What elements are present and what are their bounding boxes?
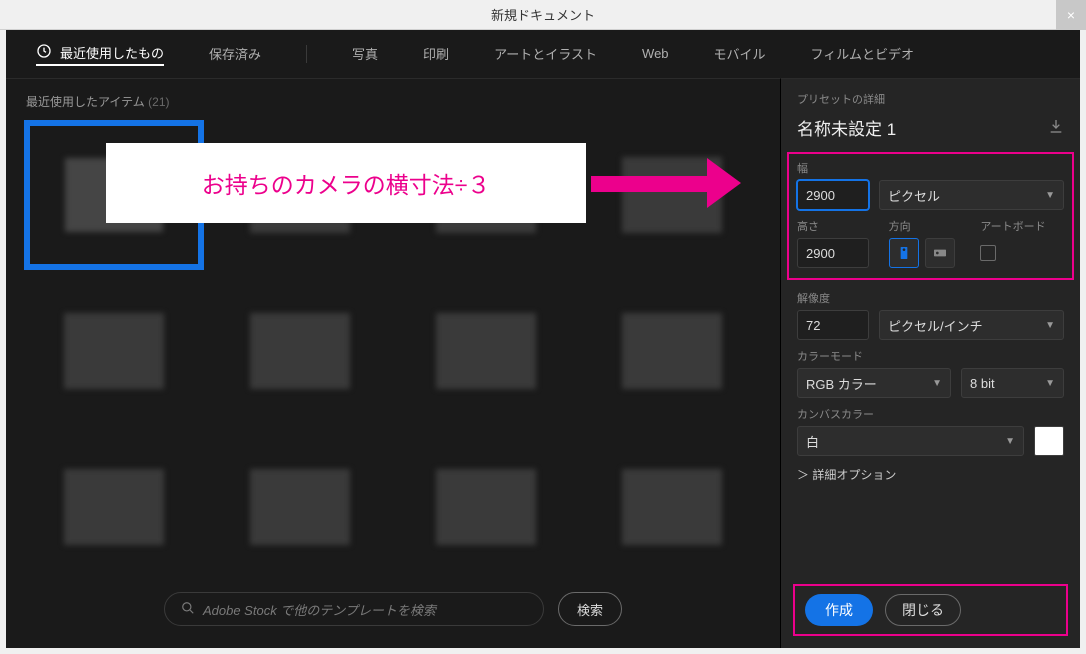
unit-value: ピクセル (888, 186, 940, 205)
orientation-landscape-button[interactable] (925, 238, 955, 268)
width-input[interactable] (797, 180, 869, 210)
recent-header: 最近使用したアイテム (21) (26, 93, 766, 110)
color-mode-value: RGB カラー (806, 374, 877, 393)
advanced-options-toggle[interactable]: ＞ 詳細オプション (797, 466, 1064, 483)
tab-recent[interactable]: 最近使用したもの (36, 43, 164, 66)
unit-select[interactable]: ピクセル ▼ (879, 180, 1064, 210)
tab-saved[interactable]: 保存済み (209, 44, 261, 65)
document-name-row: 名称未設定 1 (797, 115, 1064, 140)
resolution-unit-select[interactable]: ピクセル/インチ ▼ (879, 310, 1064, 340)
template-card[interactable] (396, 432, 576, 582)
height-label: 高さ (797, 218, 881, 234)
tab-photo-label: 写真 (352, 44, 378, 63)
clock-icon (36, 43, 52, 62)
chevron-down-icon: ▼ (932, 378, 942, 389)
stock-search-bar: Adobe Stock で他のテンプレートを検索 検索 (6, 584, 780, 634)
bit-depth-value: 8 bit (970, 376, 995, 391)
annotation-arrow-icon (591, 158, 741, 208)
footer-highlight: 作成 閉じる (793, 584, 1068, 636)
template-card[interactable] (582, 432, 762, 582)
template-card[interactable] (210, 276, 390, 426)
canvas-color-swatch[interactable] (1034, 426, 1064, 456)
tab-art-label: アートとイラスト (494, 44, 597, 63)
tab-mobile[interactable]: モバイル (714, 44, 766, 65)
canvas-color-value: 白 (806, 432, 819, 451)
canvas-color-label: カンバスカラー (797, 406, 1064, 422)
recent-count: (21) (148, 95, 169, 109)
close-button[interactable]: 閉じる (885, 594, 961, 626)
color-mode-label: カラーモード (797, 348, 1064, 364)
document-name[interactable]: 名称未設定 1 (797, 115, 896, 140)
create-button-label: 作成 (825, 602, 853, 618)
preset-details-panel: プリセットの詳細 名称未設定 1 幅 ピクセル ▼ (780, 78, 1080, 648)
tab-web[interactable]: Web (642, 46, 669, 63)
stock-search-button[interactable]: 検索 (558, 592, 622, 626)
create-button[interactable]: 作成 (805, 594, 873, 626)
chevron-right-icon: ＞ (797, 468, 809, 482)
resolution-label: 解像度 (797, 290, 1064, 306)
width-label: 幅 (797, 160, 1064, 176)
advanced-options-label: 詳細オプション (812, 468, 896, 482)
dialog-footer: 作成 閉じる (793, 584, 1068, 636)
annotation-text: お持ちのカメラの横寸法÷３ (202, 166, 491, 200)
color-mode-select[interactable]: RGB カラー ▼ (797, 368, 951, 398)
canvas-color-select[interactable]: 白 ▼ (797, 426, 1024, 456)
stock-search-input[interactable]: Adobe Stock で他のテンプレートを検索 (164, 592, 544, 626)
templates-panel: 最近使用したアイテム (21) (6, 78, 780, 648)
window-title: 新規ドキュメント (0, 5, 1086, 24)
tab-print-label: 印刷 (423, 44, 449, 63)
tab-film-label: フィルムとビデオ (811, 44, 914, 63)
content-area: 最近使用したアイテム (21) (6, 78, 1080, 648)
tab-photo[interactable]: 写真 (352, 44, 378, 65)
recent-header-label: 最近使用したアイテム (26, 95, 145, 109)
resolution-unit-value: ピクセル/インチ (888, 316, 983, 335)
close-button-label: 閉じる (902, 602, 944, 618)
resolution-input[interactable] (797, 310, 869, 340)
tab-film[interactable]: フィルムとビデオ (811, 44, 914, 65)
tab-divider (306, 45, 307, 63)
bit-depth-select[interactable]: 8 bit ▼ (961, 368, 1064, 398)
download-preset-icon[interactable] (1048, 118, 1064, 137)
new-document-dialog: 新規ドキュメント × 最近使用したもの 保存済み 写真 印刷 アートとイラスト … (0, 0, 1086, 654)
preset-details-label: プリセットの詳細 (797, 91, 1064, 107)
chevron-down-icon: ▼ (1045, 320, 1055, 331)
stock-search-button-label: 検索 (577, 600, 603, 619)
dialog-body: 最近使用したもの 保存済み 写真 印刷 アートとイラスト Web モバイル フィ… (6, 30, 1080, 648)
artboard-label: アートボード (980, 218, 1064, 234)
tab-web-label: Web (642, 46, 669, 61)
template-card[interactable] (24, 276, 204, 426)
chevron-down-icon: ▼ (1045, 378, 1055, 389)
tab-saved-label: 保存済み (209, 44, 261, 63)
tab-art[interactable]: アートとイラスト (494, 44, 597, 65)
template-card[interactable] (582, 276, 762, 426)
titlebar: 新規ドキュメント × (0, 0, 1086, 30)
chevron-down-icon: ▼ (1045, 190, 1055, 201)
orientation-portrait-button[interactable] (889, 238, 919, 268)
search-icon (181, 601, 195, 618)
chevron-down-icon: ▼ (1005, 436, 1015, 447)
template-card[interactable] (396, 276, 576, 426)
template-card[interactable] (24, 432, 204, 582)
artboard-checkbox[interactable] (980, 245, 996, 261)
tab-mobile-label: モバイル (714, 44, 766, 63)
tab-print[interactable]: 印刷 (423, 44, 449, 65)
category-tabs: 最近使用したもの 保存済み 写真 印刷 アートとイラスト Web モバイル フィ… (6, 30, 1080, 78)
close-icon[interactable]: × (1056, 0, 1086, 30)
template-card[interactable] (210, 432, 390, 582)
orientation-label: 方向 (889, 218, 973, 234)
annotation-callout: お持ちのカメラの横寸法÷３ (106, 143, 586, 223)
dimensions-group: 幅 ピクセル ▼ 高さ 方向 (787, 152, 1074, 280)
tab-recent-label: 最近使用したもの (60, 43, 164, 62)
stock-search-placeholder: Adobe Stock で他のテンプレートを検索 (203, 600, 436, 619)
height-input[interactable] (797, 238, 869, 268)
